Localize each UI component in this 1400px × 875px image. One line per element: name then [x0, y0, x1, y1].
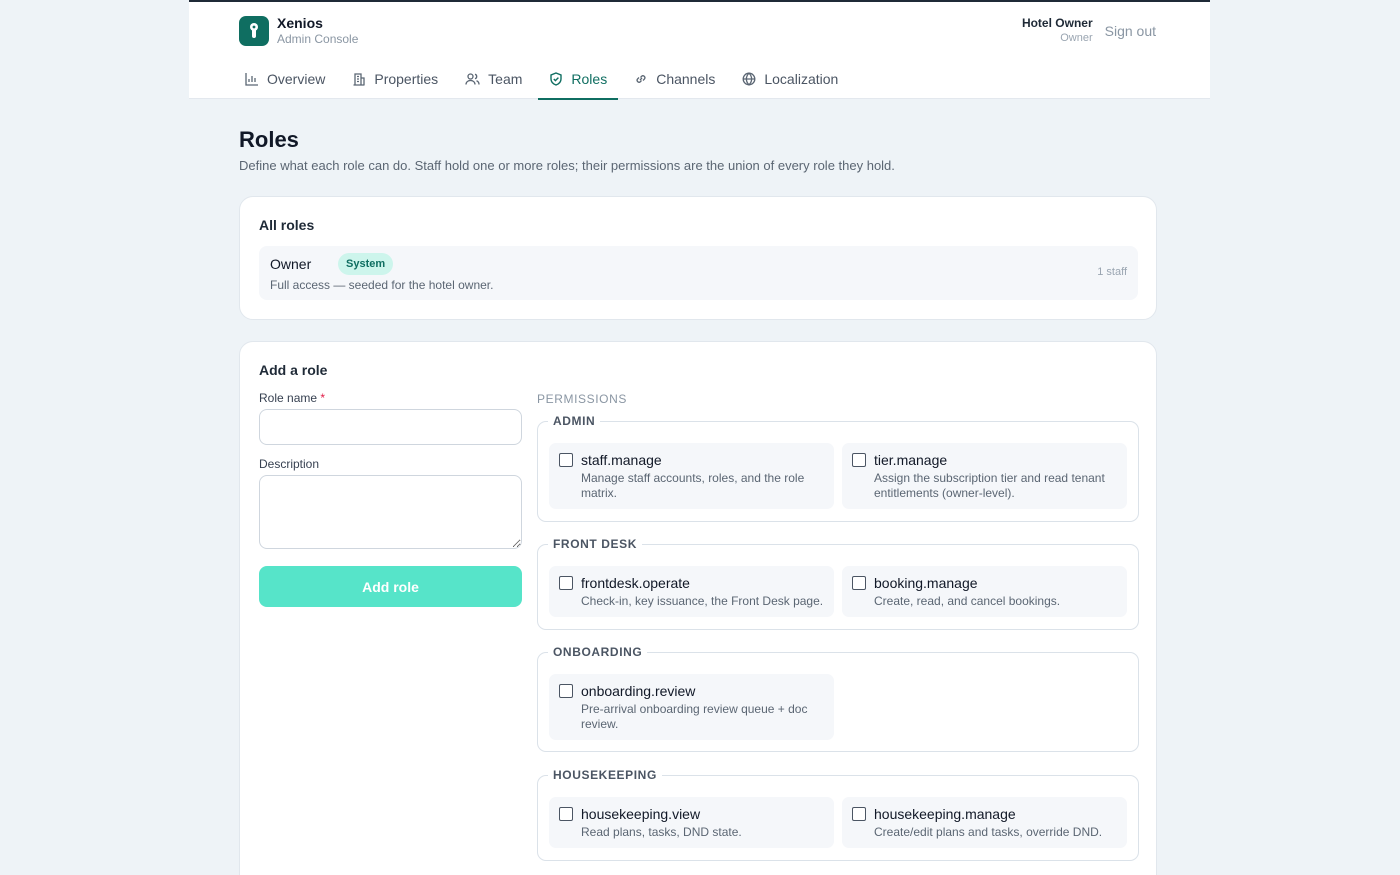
bar-chart-icon: [245, 72, 258, 86]
checkbox[interactable]: [559, 576, 573, 590]
permission-group-housekeeping: HOUSEKEEPING housekeeping.view Read plan…: [537, 767, 1139, 861]
required-mark: *: [320, 391, 326, 405]
card-title: Add a role: [259, 362, 328, 378]
role-description: Full access — seeded for the hotel owner…: [270, 278, 494, 292]
globe-icon: [742, 71, 756, 86]
link-icon: [636, 74, 646, 83]
permission-name: frontdesk.operate: [581, 575, 690, 591]
tab-label: Team: [488, 70, 523, 87]
app-name: Xenios: [277, 15, 323, 31]
group-title: ADMIN: [548, 413, 601, 429]
sign-out-button[interactable]: Sign out: [1105, 23, 1156, 39]
page-title: Roles: [239, 127, 299, 152]
tab-roles[interactable]: Roles: [538, 58, 619, 100]
system-badge: System: [338, 253, 394, 275]
checkbox[interactable]: [852, 807, 866, 821]
tab-label: Overview: [267, 70, 326, 87]
tab-overview[interactable]: Overview: [234, 58, 336, 99]
building-icon: [353, 72, 366, 86]
group-title: FRONT DESK: [548, 536, 642, 552]
main-content: Roles Define what each role can do. Staf…: [239, 126, 1157, 875]
tab-label: Properties: [374, 70, 439, 87]
checkbox[interactable]: [852, 453, 866, 467]
description-label: Description: [259, 457, 320, 471]
permission-item-booking-manage[interactable]: booking.manage Create, read, and cancel …: [842, 566, 1127, 617]
checkbox[interactable]: [852, 576, 866, 590]
role-name: Owner: [270, 256, 312, 272]
permission-group-front-desk: FRONT DESK frontdesk.operate Check-in, k…: [537, 536, 1139, 630]
app-subtitle: Admin Console: [277, 32, 359, 46]
main-nav: Overview Properties Team Roles Channels …: [234, 58, 854, 100]
permission-group-admin: ADMIN staff.manage Manage staff accounts…: [537, 413, 1139, 522]
permission-description: Check-in, key issuance, the Front Desk p…: [581, 594, 824, 608]
permission-name: staff.manage: [581, 452, 662, 468]
checkbox[interactable]: [559, 684, 573, 698]
permission-description: Create, read, and cancel bookings.: [874, 594, 1061, 608]
permission-description: Pre-arrival onboarding review queue + do…: [581, 702, 808, 731]
permission-group-onboarding: ONBOARDING onboarding.review Pre-arrival…: [537, 644, 1139, 752]
all-roles-card: All roles Owner System Full access — see…: [239, 196, 1157, 320]
group-title: HOUSEKEEPING: [548, 767, 662, 783]
shield-icon: [550, 71, 563, 86]
permission-item-tier-manage[interactable]: tier.manage Assign the subscription tier…: [842, 443, 1127, 509]
brand[interactable]: Xenios Admin Console: [239, 15, 358, 47]
permission-item-housekeeping-view[interactable]: housekeeping.view Read plans, tasks, DND…: [549, 797, 834, 848]
permission-item-onboarding-review[interactable]: onboarding.review Pre-arrival onboarding…: [549, 674, 834, 740]
permission-description: Assign the subscription tier and read te…: [874, 471, 1105, 500]
tab-localization[interactable]: Localization: [731, 58, 849, 99]
tab-properties[interactable]: Properties: [341, 58, 449, 99]
permission-name: booking.manage: [874, 575, 978, 591]
user-menu: Hotel Owner Owner Sign out: [1022, 16, 1156, 45]
add-role-card: Add a role Role name * Description Add r…: [239, 341, 1157, 875]
permission-name: onboarding.review: [581, 683, 696, 699]
role-name-label: Role name *: [259, 391, 326, 405]
card-title: All roles: [259, 217, 315, 233]
permission-name: housekeeping.view: [581, 806, 701, 822]
tab-channels[interactable]: Channels: [623, 58, 726, 99]
permission-name: housekeeping.manage: [874, 806, 1016, 822]
description-textarea[interactable]: [259, 475, 522, 549]
permission-description: Read plans, tasks, DND state.: [581, 825, 742, 839]
role-row-owner[interactable]: Owner System Full access — seeded for th…: [259, 246, 1138, 300]
role-name-input[interactable]: [259, 409, 522, 445]
tab-team[interactable]: Team: [454, 58, 533, 99]
permission-description: Create/edit plans and tasks, override DN…: [874, 825, 1103, 839]
add-role-button[interactable]: Add role: [259, 566, 522, 607]
permission-item-frontdesk-operate[interactable]: frontdesk.operate Check-in, key issuance…: [549, 566, 834, 617]
key-icon: [239, 16, 269, 46]
checkbox[interactable]: [559, 807, 573, 821]
user-role: Owner: [1060, 32, 1093, 44]
role-staff-count: 1 staff: [1097, 266, 1127, 278]
group-title: ONBOARDING: [548, 644, 648, 660]
tab-label: Roles: [571, 70, 608, 87]
users-icon: [465, 72, 480, 85]
permissions-heading: PERMISSIONS: [537, 392, 627, 406]
page-subtitle: Define what each role can do. Staff hold…: [239, 158, 895, 173]
tab-label: Localization: [764, 70, 839, 87]
permission-description: Manage staff accounts, roles, and the ro…: [581, 471, 805, 500]
permission-item-staff-manage[interactable]: staff.manage Manage staff accounts, role…: [549, 443, 834, 509]
user-name: Hotel Owner: [1021, 16, 1093, 30]
tab-label: Channels: [656, 70, 716, 87]
permission-item-housekeeping-manage[interactable]: housekeeping.manage Create/edit plans an…: [842, 797, 1127, 848]
permission-name: tier.manage: [874, 452, 948, 468]
app-shell: Xenios Admin Console Hotel Owner Owner S…: [189, 0, 1210, 875]
top-bar: Xenios Admin Console Hotel Owner Owner S…: [189, 0, 1210, 100]
checkbox[interactable]: [559, 453, 573, 467]
